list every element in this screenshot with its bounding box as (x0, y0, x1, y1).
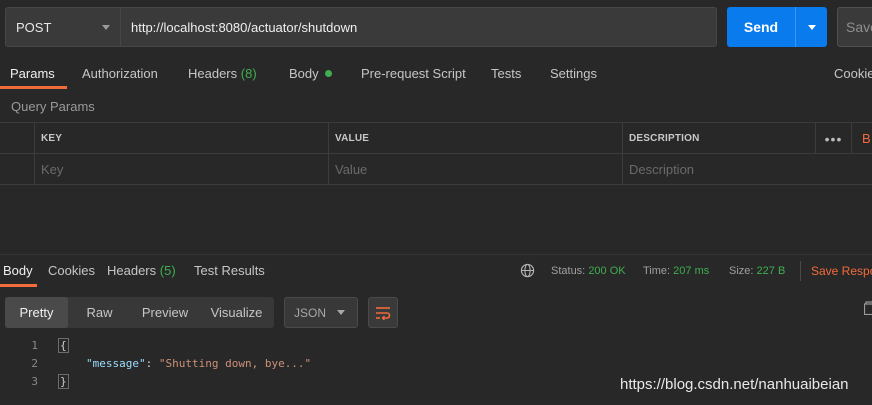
status-value: 200 OK (588, 265, 626, 277)
code-text: "message": "Shutting down, bye..." (86, 357, 311, 370)
response-tab-body[interactable]: Body (3, 263, 33, 278)
wrap-lines-icon (376, 306, 391, 320)
chevron-down-icon (807, 24, 816, 30)
time-readout: Time: 207 ms (643, 265, 709, 277)
send-options-dropdown[interactable] (795, 7, 827, 47)
column-value: VALUE (329, 123, 623, 154)
send-button[interactable]: Send (727, 7, 827, 47)
code-line: 2 "message": "Shutting down, bye..." (0, 355, 600, 373)
response-tab-test-results[interactable]: Test Results (194, 263, 265, 278)
response-tab-cookies[interactable]: Cookies (48, 263, 95, 278)
response-tabs: Body Cookies Headers (5) Test Results St… (0, 257, 872, 287)
save-response-button[interactable]: Save Respo (811, 264, 872, 278)
bulk-edit-link[interactable]: B (862, 131, 871, 146)
chevron-down-icon (102, 24, 110, 30)
row-checkbox-column (0, 123, 35, 154)
globe-icon[interactable] (520, 263, 535, 278)
tab-settings[interactable]: Settings (550, 66, 597, 81)
tab-authorization[interactable]: Authorization (82, 66, 158, 81)
query-params-table: KEY VALUE DESCRIPTION ••• B Key Value De… (0, 122, 872, 185)
view-mode-raw[interactable]: Raw (68, 297, 131, 328)
send-label: Send (743, 19, 779, 35)
key-input[interactable]: Key (35, 154, 329, 185)
format-label: JSON (294, 305, 327, 320)
size-label: Size: (729, 265, 754, 277)
cookies-link[interactable]: Cookies (834, 66, 872, 81)
active-tab-indicator (0, 86, 67, 89)
tab-params[interactable]: Params (10, 66, 55, 81)
time-label: Time: (643, 265, 671, 277)
size-value: 227 B (756, 265, 786, 277)
format-select[interactable]: JSON (284, 297, 358, 328)
line-number: 2 (31, 357, 38, 370)
status-label: Status: (551, 265, 586, 277)
wrap-lines-button[interactable] (368, 297, 398, 328)
more-options-icon[interactable]: ••• (816, 123, 852, 154)
row-checkbox[interactable] (0, 154, 35, 185)
response-divider (0, 254, 872, 255)
chevron-down-icon (337, 310, 345, 315)
request-url-bar: POST http://localhost:8080/actuator/shut… (5, 7, 717, 47)
url-input[interactable]: http://localhost:8080/actuator/shutdown (121, 7, 717, 47)
close-brace: } (58, 374, 69, 389)
line-number: 3 (31, 375, 38, 388)
size-readout: Size: 227 B (729, 265, 785, 277)
status-readout: Status: 200 OK (551, 265, 626, 277)
description-input[interactable]: Description (623, 154, 872, 185)
tab-headers-label: Headers (188, 66, 238, 81)
watermark-text: https://blog.csdn.net/nanhuaibeian (620, 376, 849, 393)
method-label: POST (16, 19, 52, 35)
table-row: Key Value Description (0, 154, 872, 185)
view-mode-visualize[interactable]: Visualize (199, 297, 274, 328)
response-tab-headers-label: Headers (107, 263, 157, 278)
method-select[interactable]: POST (5, 7, 121, 47)
code-text: { (58, 338, 69, 353)
active-response-tab-indicator (0, 284, 37, 287)
open-brace: { (58, 338, 69, 353)
view-mode-preview[interactable]: Preview (131, 297, 199, 328)
response-headers-count: (5) (159, 263, 176, 278)
url-text: http://localhost:8080/actuator/shutdown (131, 19, 358, 35)
value-input[interactable]: Value (329, 154, 623, 185)
line-number: 1 (31, 339, 38, 352)
save-button[interactable]: Save (837, 7, 872, 47)
query-params-title: Query Params (11, 99, 95, 114)
column-key: KEY (35, 123, 329, 154)
request-tabs: Params Authorization Headers (8) Body Pr… (0, 56, 872, 90)
time-value: 207 ms (673, 265, 710, 277)
column-description: DESCRIPTION (623, 123, 816, 154)
tab-headers[interactable]: Headers (8) (188, 66, 257, 81)
copy-icon[interactable] (864, 301, 872, 315)
json-string-value: "Shutting down, bye..." (158, 357, 312, 370)
code-text: } (58, 374, 69, 389)
tab-tests[interactable]: Tests (491, 66, 521, 81)
save-label: Save (846, 19, 872, 35)
response-tab-headers[interactable]: Headers (5) (107, 263, 176, 278)
code-line: 1 { (0, 337, 600, 355)
view-mode-pretty[interactable]: Pretty (5, 297, 68, 328)
table-header-row: KEY VALUE DESCRIPTION ••• B (0, 123, 872, 154)
body-indicator-dot (324, 70, 332, 77)
tab-pre-request-script[interactable]: Pre-request Script (361, 66, 466, 81)
headers-count: (8) (240, 66, 257, 81)
view-mode-selector: Pretty Raw Preview Visualize (5, 297, 274, 328)
json-key: "message" (86, 357, 146, 370)
code-line: 3 } (0, 373, 600, 391)
tab-body-label: Body (289, 66, 319, 81)
tab-body[interactable]: Body (289, 66, 332, 81)
divider (800, 261, 801, 281)
json-colon: : (145, 357, 159, 370)
